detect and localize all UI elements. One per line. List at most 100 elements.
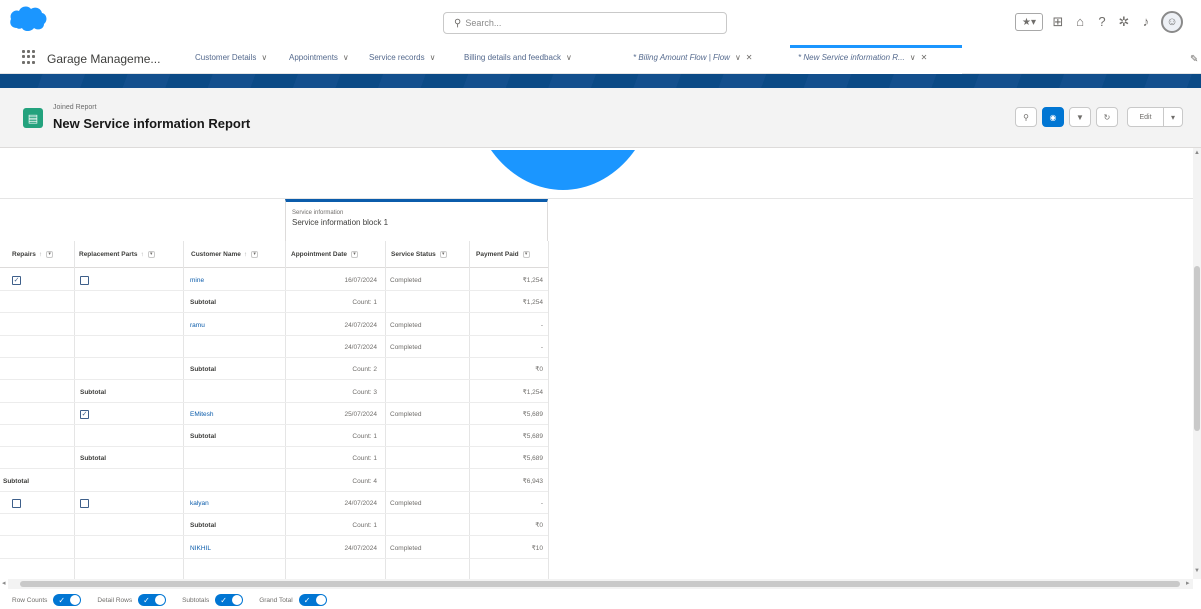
- chevron-down-icon: ▾: [1170, 112, 1175, 122]
- grand-total-toggle[interactable]: ✓: [298, 594, 327, 606]
- tab-billing-details[interactable]: Billing details and feedback ∨: [464, 53, 572, 62]
- chevron-down-icon[interactable]: ∨: [343, 53, 349, 62]
- column-header-customer-name[interactable]: Customer Name ↑ ▾: [183, 241, 285, 268]
- scroll-up-icon[interactable]: ▲: [1194, 150, 1200, 156]
- vertical-scrollbar[interactable]: ▲ ▼: [1193, 148, 1201, 579]
- customer-name-link[interactable]: kalyan: [190, 492, 282, 514]
- sort-icon[interactable]: ↑: [39, 251, 42, 258]
- customer-name-link[interactable]: ramu: [190, 314, 282, 336]
- column-header-appointment-date[interactable]: Appointment Date ▾: [285, 241, 385, 268]
- service-status-cell: Completed: [390, 343, 422, 351]
- edit-button[interactable]: Edit: [1128, 108, 1164, 126]
- subtotals-toggle[interactable]: ✓: [215, 594, 244, 606]
- chevron-down-icon[interactable]: ∨: [735, 53, 741, 62]
- tab-new-service-report[interactable]: * New Service information R... ∨ ✕: [798, 53, 927, 62]
- checkbox-unchecked-icon: [80, 498, 89, 508]
- tab-label: Customer Details: [195, 53, 257, 62]
- user-avatar[interactable]: ☺: [1161, 11, 1183, 33]
- search-icon: ⚲: [454, 17, 462, 29]
- tab-billing-amount-flow[interactable]: * Biling Amount Flow | Flow ∨ ✕: [633, 53, 753, 62]
- row-count-cell: Count: 1: [352, 298, 377, 306]
- sort-icon[interactable]: ↑: [141, 251, 144, 258]
- check-icon: ✓: [220, 595, 227, 605]
- payment-paid-cell: ₹5,689: [522, 433, 543, 440]
- replacement-parts-checkbox: [80, 492, 89, 514]
- detail-rows-toggle[interactable]: ✓: [138, 594, 167, 606]
- filter-button[interactable]: ▼: [1069, 107, 1091, 127]
- close-icon[interactable]: ✕: [921, 53, 928, 62]
- payment-paid-cell: ₹1,254: [522, 389, 543, 396]
- customer-name-link[interactable]: NIKHIL: [190, 537, 282, 559]
- customer-name-link[interactable]: mine: [190, 269, 282, 291]
- payment-paid-cell: -: [540, 499, 543, 507]
- search-placeholder: Search...: [465, 18, 502, 28]
- payment-paid-cell: ₹0: [535, 366, 543, 373]
- column-menu-icon[interactable]: ▾: [439, 250, 447, 258]
- chart-toggle-button[interactable]: ◉: [1042, 107, 1064, 127]
- search-report-button[interactable]: ⚲: [1015, 107, 1037, 127]
- payment-paid-cell: ₹1,254: [522, 299, 543, 306]
- grid-line: [74, 241, 75, 579]
- checkbox-unchecked-icon: [12, 498, 21, 508]
- row-count-cell: Count: 1: [352, 521, 377, 529]
- edit-button-group: Edit ▾: [1127, 107, 1183, 127]
- block-name: Service information block 1: [292, 218, 389, 227]
- tab-label: * Biling Amount Flow | Flow: [633, 53, 730, 62]
- check-icon: ✓: [143, 595, 150, 605]
- payment-paid-cell: ₹10: [531, 545, 543, 552]
- tab-customer-details[interactable]: Customer Details ∨: [195, 53, 267, 62]
- favorites-icon[interactable]: ★▾: [1015, 13, 1043, 31]
- appointment-date-cell: 24/07/2024: [344, 343, 377, 351]
- column-menu-icon[interactable]: ▾: [251, 250, 259, 258]
- chevron-down-icon[interactable]: ∨: [910, 53, 916, 62]
- appointment-date-cell: 16/07/2024: [344, 276, 377, 284]
- subtotals-label: Subtotals: [182, 596, 210, 604]
- column-menu-icon[interactable]: ▾: [522, 250, 530, 258]
- report-type-label: Joined Report: [53, 104, 97, 111]
- chevron-down-icon[interactable]: ∨: [430, 53, 436, 62]
- scroll-thumb[interactable]: [20, 581, 1180, 587]
- sort-icon[interactable]: ↑: [244, 251, 247, 258]
- global-search-input[interactable]: ⚲ Search...: [443, 12, 727, 34]
- setup-gear-icon[interactable]: ✲: [1117, 15, 1131, 29]
- row-counts-toggle[interactable]: ✓: [53, 594, 82, 606]
- edit-menu-dropdown[interactable]: ▾: [1164, 108, 1182, 126]
- column-header-service-status[interactable]: Service Status ▾: [385, 241, 469, 268]
- grid-line: [548, 241, 549, 579]
- scroll-down-icon[interactable]: ▼: [1194, 568, 1200, 574]
- scroll-thumb[interactable]: [1194, 266, 1200, 431]
- global-header: ⚲ Search... ★▾ ⊞ ⌂ ? ✲ ♪ ☺: [0, 0, 1201, 42]
- search-icon: ⚲: [1023, 112, 1029, 122]
- global-actions-icon[interactable]: ⊞: [1051, 15, 1065, 29]
- scroll-right-icon[interactable]: ▸: [1186, 579, 1190, 587]
- tab-label: Appointments: [289, 53, 338, 62]
- column-menu-icon[interactable]: ▾: [46, 250, 54, 258]
- column-header-payment-paid[interactable]: Payment Paid ▾: [469, 241, 548, 268]
- customer-name-link[interactable]: EMitesh: [190, 403, 282, 425]
- chevron-down-icon[interactable]: ∨: [261, 53, 267, 62]
- chart-divider: [0, 198, 1193, 199]
- service-status-cell: Completed: [390, 544, 422, 552]
- tab-service-records[interactable]: Service records ∨: [369, 53, 435, 62]
- refresh-button[interactable]: ↻: [1096, 107, 1118, 127]
- column-header-replacement-parts[interactable]: Replacement Parts ↑ ▾: [74, 241, 183, 268]
- app-name: Garage Manageme...: [47, 52, 161, 66]
- notifications-bell-icon[interactable]: ♪: [1139, 15, 1153, 29]
- close-icon[interactable]: ✕: [746, 53, 753, 62]
- scroll-left-icon[interactable]: ◂: [2, 579, 6, 587]
- help-icon[interactable]: ?: [1095, 15, 1109, 29]
- salesforce-logo-icon[interactable]: [9, 4, 47, 32]
- trailhead-icon[interactable]: ⌂: [1073, 15, 1087, 29]
- header-utility-icons: ★▾ ⊞ ⌂ ? ✲ ♪ ☺: [1015, 10, 1183, 34]
- column-menu-icon[interactable]: ▾: [350, 250, 358, 258]
- horizontal-scrollbar[interactable]: ◂ ▸: [2, 579, 1193, 589]
- column-header-repairs[interactable]: Repairs ↑ ▾: [0, 241, 74, 268]
- app-launcher-icon[interactable]: [22, 50, 36, 64]
- tab-appointments[interactable]: Appointments ∨: [289, 53, 349, 62]
- payment-paid-cell: -: [540, 343, 543, 351]
- payment-paid-cell: -: [540, 321, 543, 329]
- column-menu-icon[interactable]: ▾: [147, 250, 155, 258]
- chevron-down-icon[interactable]: ∨: [566, 53, 572, 62]
- appointment-date-cell: 24/07/2024: [344, 544, 377, 552]
- edit-nav-pencil-icon[interactable]: ✎: [1190, 54, 1198, 65]
